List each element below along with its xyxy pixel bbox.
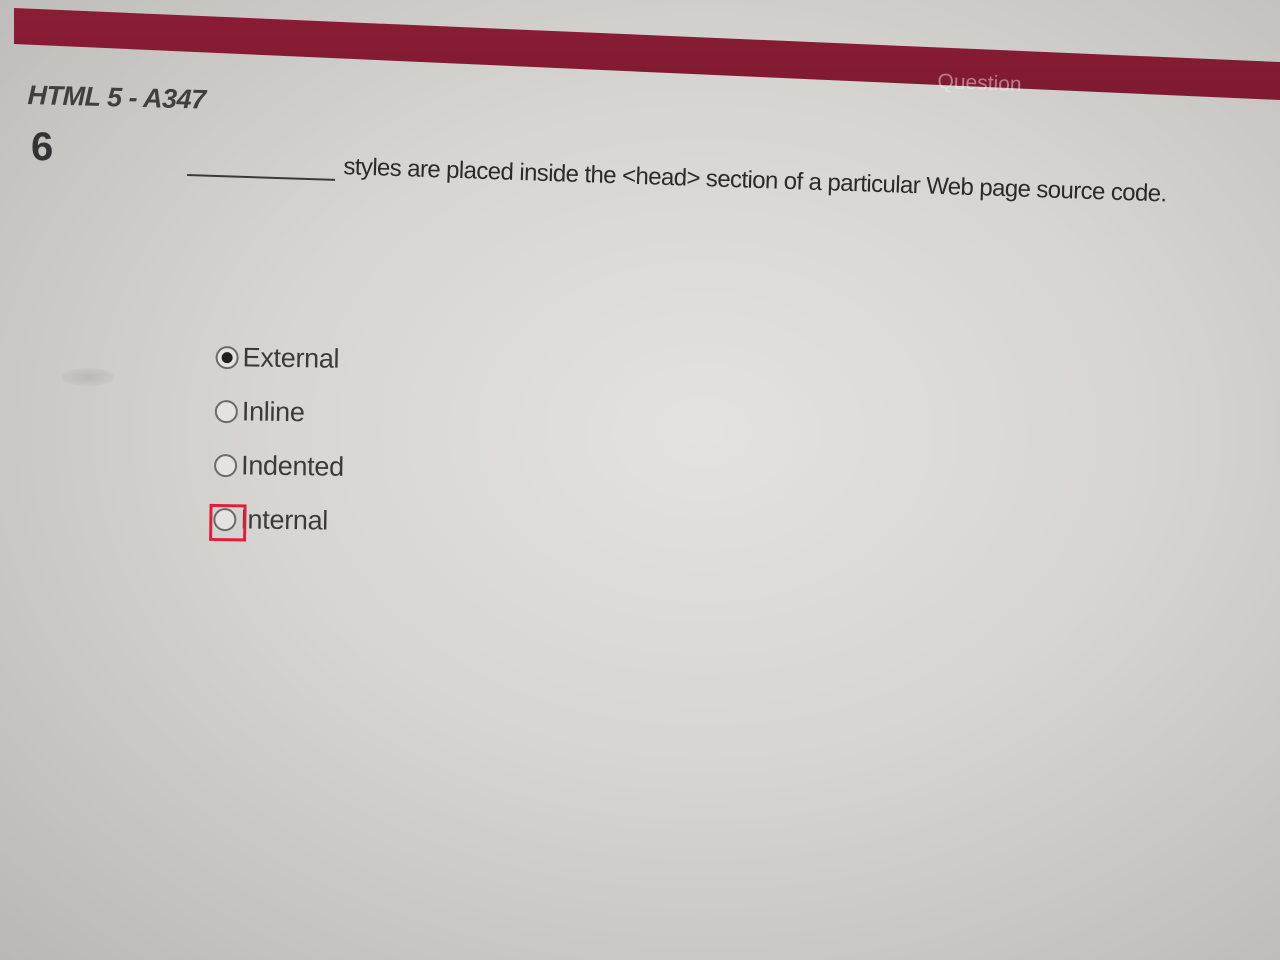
option-label: Inline — [241, 395, 305, 427]
radio-selected-dot — [221, 351, 233, 363]
option-indented[interactable]: Indented — [213, 438, 345, 494]
header-label: Question — [937, 70, 1023, 97]
radio-external[interactable] — [215, 345, 239, 369]
option-inline[interactable]: Inline — [214, 384, 344, 440]
question-text: styles are placed inside the <head> sect… — [343, 153, 1167, 208]
question-number: 6 — [31, 125, 54, 169]
exam-title: HTML 5 - A347 — [27, 80, 206, 115]
option-label: External — [242, 341, 340, 374]
answer-blank — [187, 153, 336, 181]
screen-smudge — [62, 368, 114, 386]
radio-indented[interactable] — [213, 453, 238, 477]
radio-inline[interactable] — [214, 399, 239, 423]
option-internal[interactable]: Internal — [213, 492, 343, 548]
question-line: styles are placed inside the <head> sect… — [187, 148, 1167, 208]
option-label: Internal — [240, 503, 329, 536]
radio-internal[interactable] — [213, 507, 237, 531]
answer-options: External Inline Indented Internal — [213, 330, 346, 548]
option-label: Indented — [240, 449, 345, 482]
option-external[interactable]: External — [215, 330, 345, 386]
